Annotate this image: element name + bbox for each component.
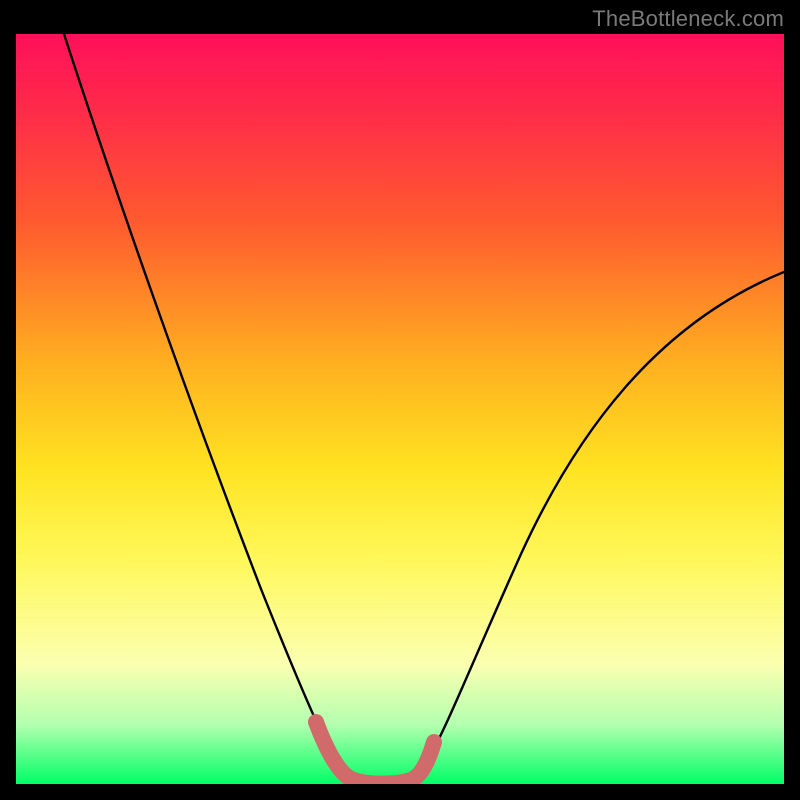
watermark-label: TheBottleneck.com bbox=[592, 6, 784, 32]
curve-layer bbox=[16, 34, 784, 784]
plot-area bbox=[16, 34, 784, 784]
chart-frame: TheBottleneck.com bbox=[0, 0, 800, 800]
bottleneck-curve bbox=[64, 34, 784, 782]
optimal-band bbox=[316, 722, 434, 784]
